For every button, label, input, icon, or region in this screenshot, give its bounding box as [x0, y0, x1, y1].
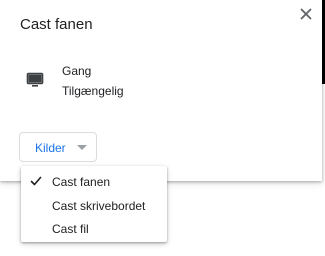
sources-menu: Cast fanen Cast skrivebordet Cast fil: [21, 166, 167, 242]
checkmark-icon: [29, 174, 43, 188]
device-item-gang[interactable]: Gang Tilgængelig: [20, 60, 300, 104]
menu-item-label: Cast skrivebordet: [52, 199, 146, 213]
menu-item-label: Cast fil: [52, 222, 89, 236]
dialog-title: Cast fanen: [20, 16, 93, 33]
sources-label: Kilder: [35, 141, 66, 155]
monitor-icon: [26, 72, 44, 88]
sources-button[interactable]: Kilder: [19, 132, 97, 162]
close-icon[interactable]: [297, 5, 315, 23]
device-status: Tilgængelig: [62, 84, 124, 98]
menu-item-label: Cast fanen: [52, 175, 111, 189]
caret-down-icon: [77, 145, 87, 150]
cast-dialog: Cast fanen Gang Tilgængelig Kilder: [0, 0, 322, 181]
device-name: Gang: [62, 64, 92, 78]
menu-item-cast-tab[interactable]: Cast fanen: [21, 171, 167, 193]
menu-item-cast-file[interactable]: Cast fil: [21, 218, 167, 240]
menu-item-cast-desktop[interactable]: Cast skrivebordet: [21, 195, 167, 217]
